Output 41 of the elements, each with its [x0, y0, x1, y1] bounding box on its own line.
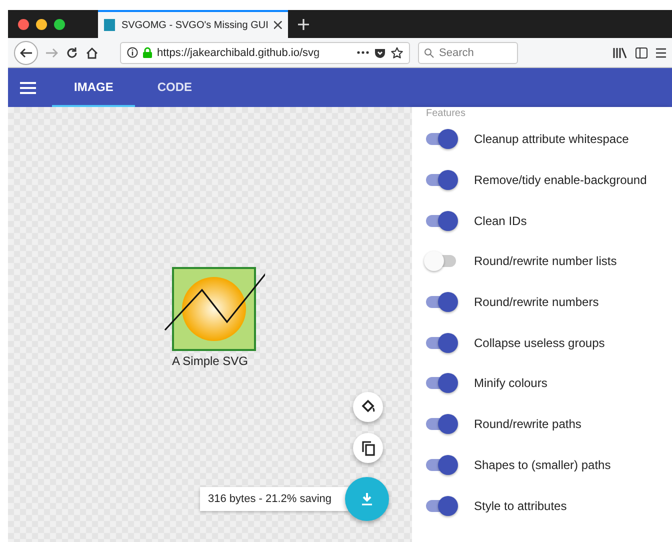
lock-icon [143, 47, 152, 58]
view-tab[interactable]: CODE [135, 68, 214, 107]
setting-label: Remove/tidy enable-background [474, 173, 647, 188]
setting-label: Clean IDs [474, 214, 527, 228]
setting-label: Round/rewrite numbers [474, 295, 599, 310]
savings-label: 316 bytes - 21.2% saving [200, 487, 348, 511]
library-icon[interactable] [613, 46, 627, 58]
copy-icon [361, 440, 375, 456]
search-icon [424, 48, 434, 58]
setting-label: Cleanup attribute whitespace [474, 132, 629, 146]
setting-label: Minify colours [474, 376, 548, 390]
address-bar[interactable]: https://jakearchibald.github.io/svg [120, 42, 410, 64]
browser-tab[interactable]: SVGOMG - SVGO's Missing GUI [98, 10, 288, 38]
url-text: https://jakearchibald.github.io/svg [157, 46, 321, 58]
download-icon [361, 492, 373, 506]
paint-bucket-icon [360, 399, 376, 415]
back-arrow-icon [20, 48, 32, 58]
image-caption: A Simple SVG [172, 354, 248, 368]
favicon-icon [104, 19, 116, 31]
zoom-window-button[interactable] [54, 18, 65, 30]
close-tab-icon[interactable] [274, 21, 282, 29]
setting-label: Style to attributes [474, 498, 567, 513]
back-button[interactable] [14, 40, 38, 64]
home-icon[interactable] [86, 46, 98, 58]
setting-label: Round/rewrite number lists [474, 254, 617, 268]
close-window-button[interactable] [18, 18, 29, 30]
pocket-icon[interactable] [374, 46, 386, 58]
section-heading: Features [426, 107, 466, 119]
setting-label: Round/rewrite paths [474, 417, 582, 432]
sidebar-icon[interactable] [635, 46, 648, 58]
search-field[interactable]: Search [418, 42, 518, 64]
copy-button[interactable] [353, 433, 383, 463]
menu-icon[interactable] [656, 48, 666, 58]
minimize-window-button[interactable] [36, 18, 47, 30]
info-icon[interactable] [127, 47, 138, 58]
bookmark-star-icon[interactable] [391, 46, 403, 58]
setting-label: Collapse useless groups [474, 336, 605, 350]
reload-icon[interactable] [66, 46, 78, 58]
setting-label: Shapes to (smaller) paths [474, 458, 611, 472]
background-toggle-button[interactable] [353, 392, 383, 422]
more-icon[interactable] [357, 51, 369, 54]
